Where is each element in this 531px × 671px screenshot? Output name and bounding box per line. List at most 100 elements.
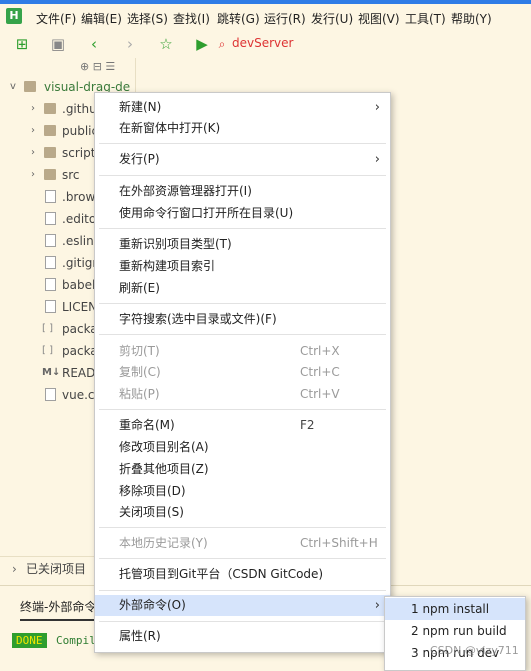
shortcut-label: Ctrl+Shift+H xyxy=(300,536,378,550)
menu-separator xyxy=(99,228,386,229)
shortcut-label: Ctrl+X xyxy=(300,344,340,358)
done-badge: DONE xyxy=(12,633,47,648)
file-icon xyxy=(45,300,56,313)
menu-item-label: 修改项目别名(A) xyxy=(119,440,209,454)
chevron-right-icon: › xyxy=(31,169,35,180)
app-logo-icon: H xyxy=(6,8,22,24)
menu-item-rename[interactable]: 重命名(M) F2 xyxy=(95,415,390,436)
menu-item-alias[interactable]: 修改项目别名(A) xyxy=(95,437,390,458)
menu-separator xyxy=(99,621,386,622)
save-icon[interactable]: ▣ xyxy=(50,36,66,52)
menu-separator xyxy=(99,527,386,528)
menu-view[interactable]: 视图(V) xyxy=(358,10,400,27)
menu-item-label: 复制(C) xyxy=(119,365,161,379)
terminal-output: Compil xyxy=(56,634,96,647)
menu-item-remove[interactable]: 移除项目(D) xyxy=(95,481,390,502)
menu-item-new[interactable]: 新建(N) › xyxy=(95,97,390,118)
menu-item-label: 重新识别项目类型(T) xyxy=(119,237,232,251)
menu-item-label: 托管项目到Git平台（CSDN GitCode) xyxy=(119,567,324,581)
menu-tools[interactable]: 工具(T) xyxy=(405,10,446,27)
menu-goto[interactable]: 跳转(G) xyxy=(217,10,260,27)
folder-icon xyxy=(24,81,36,92)
menu-publish[interactable]: 发行(U) xyxy=(311,10,353,27)
chevron-down-icon: v xyxy=(10,81,16,92)
json-file-icon: [ ] xyxy=(42,345,53,356)
sidebar-tool-icons[interactable]: ⊕ ⊟ ☰ xyxy=(80,60,115,73)
menu-item-close[interactable]: 关闭项目(S) xyxy=(95,502,390,523)
submenu-item-npm-install[interactable]: 1 npm install xyxy=(385,598,525,620)
shortcut-label: Ctrl+V xyxy=(300,387,340,401)
menu-file[interactable]: 文件(F) xyxy=(36,10,76,27)
menu-item-copy[interactable]: 复制(C) Ctrl+C xyxy=(95,362,390,383)
js-file-icon xyxy=(45,388,56,401)
menu-item-git-host[interactable]: 托管项目到Git平台（CSDN GitCode) xyxy=(95,564,390,585)
markdown-file-icon: M↓ xyxy=(42,367,61,378)
menu-item-cut[interactable]: 剪切(T) Ctrl+X xyxy=(95,341,390,362)
menu-run[interactable]: 运行(R) xyxy=(264,10,306,27)
menu-find[interactable]: 查找(I) xyxy=(173,10,210,27)
search-run-config-icon[interactable]: ⌕ xyxy=(214,36,230,52)
menu-item-paste[interactable]: 粘贴(P) Ctrl+V xyxy=(95,384,390,405)
menu-item-open-cmd[interactable]: 使用命令行窗口打开所在目录(U) xyxy=(95,203,390,224)
shortcut-label: Ctrl+C xyxy=(300,365,340,379)
chevron-right-icon: › xyxy=(374,598,380,613)
file-icon xyxy=(45,256,56,269)
forward-icon[interactable]: › xyxy=(122,36,138,52)
menu-item-label: 剪切(T) xyxy=(119,344,160,358)
menu-item-open-explorer[interactable]: 在外部资源管理器打开(I) xyxy=(95,181,390,202)
menu-item-label: 在外部资源管理器打开(I) xyxy=(119,184,252,198)
menu-item-label: 发行(P) xyxy=(119,152,160,166)
menu-item-reidentify[interactable]: 重新识别项目类型(T) xyxy=(95,234,390,255)
chevron-right-icon: › xyxy=(374,152,380,167)
tree-item-label: packa xyxy=(62,322,98,336)
menu-separator xyxy=(99,334,386,335)
menu-separator xyxy=(99,303,386,304)
context-menu: 新建(N) › 在新窗体中打开(K) 发行(P) › 在外部资源管理器打开(I)… xyxy=(94,92,391,653)
menu-separator xyxy=(99,558,386,559)
menu-item-rebuild-index[interactable]: 重新构建项目索引 xyxy=(95,256,390,277)
tree-item-label: packa xyxy=(62,344,98,358)
watermark-text: CSDN @vizy711 xyxy=(430,644,519,657)
run-config-input[interactable]: devServer xyxy=(232,36,293,50)
menu-item-open-new-window[interactable]: 在新窗体中打开(K) xyxy=(95,118,390,139)
menu-edit[interactable]: 编辑(E) xyxy=(81,10,122,27)
external-cmd-submenu: 1 npm install 2 npm run build 3 npm run … xyxy=(384,596,526,671)
menu-item-char-search[interactable]: 字符搜索(选中目录或文件)(F) xyxy=(95,309,390,330)
menu-item-label: 新建(N) xyxy=(119,100,162,114)
folder-icon xyxy=(44,103,56,114)
menu-item-local-history[interactable]: 本地历史记录(Y) Ctrl+Shift+H xyxy=(95,533,390,554)
menu-item-label: 外部命令(O) xyxy=(119,598,186,612)
json-file-icon: [ ] xyxy=(42,323,53,334)
new-file-icon[interactable]: ⊞ xyxy=(14,36,30,52)
menu-item-label: 关闭项目(S) xyxy=(119,505,184,519)
menu-select[interactable]: 选择(S) xyxy=(127,10,168,27)
chevron-right-icon: › xyxy=(31,103,35,114)
submenu-item-npm-build[interactable]: 2 npm run build xyxy=(385,620,525,642)
menu-item-label: 粘贴(P) xyxy=(119,387,160,401)
menu-item-label: 属性(R) xyxy=(119,629,161,643)
favorite-star-icon[interactable]: ☆ xyxy=(158,36,174,52)
submenu-item-label: 1 npm install xyxy=(411,602,490,616)
run-icon[interactable]: ▶ xyxy=(194,36,210,52)
chevron-right-icon: › xyxy=(31,125,35,136)
menu-item-publish[interactable]: 发行(P) › xyxy=(95,149,390,170)
closed-projects-label: 已关闭项目 xyxy=(26,562,87,576)
menu-item-collapse-others[interactable]: 折叠其他项目(Z) xyxy=(95,459,390,480)
tree-item-label: public xyxy=(62,124,99,138)
tab-terminal[interactable]: 终端-外部命令 xyxy=(20,598,97,621)
menu-item-label: 移除项目(D) xyxy=(119,484,186,498)
chevron-right-icon: › xyxy=(31,147,35,158)
folder-icon xyxy=(44,125,56,136)
menu-item-refresh[interactable]: 刷新(E) xyxy=(95,278,390,299)
menu-item-properties[interactable]: 属性(R) xyxy=(95,626,390,647)
submenu-item-label: 2 npm run build xyxy=(411,624,507,638)
menu-separator xyxy=(99,175,386,176)
back-icon[interactable]: ‹ xyxy=(86,36,102,52)
menu-help[interactable]: 帮助(Y) xyxy=(451,10,492,27)
menu-item-label: 折叠其他项目(Z) xyxy=(119,462,209,476)
menu-item-external-cmd[interactable]: 外部命令(O) › xyxy=(95,595,390,616)
menu-item-label: 在新窗体中打开(K) xyxy=(119,121,221,135)
menu-item-label: 重新构建项目索引 xyxy=(119,259,216,273)
menu-item-label: 重命名(M) xyxy=(119,418,175,432)
tree-item-label: src xyxy=(62,168,80,182)
